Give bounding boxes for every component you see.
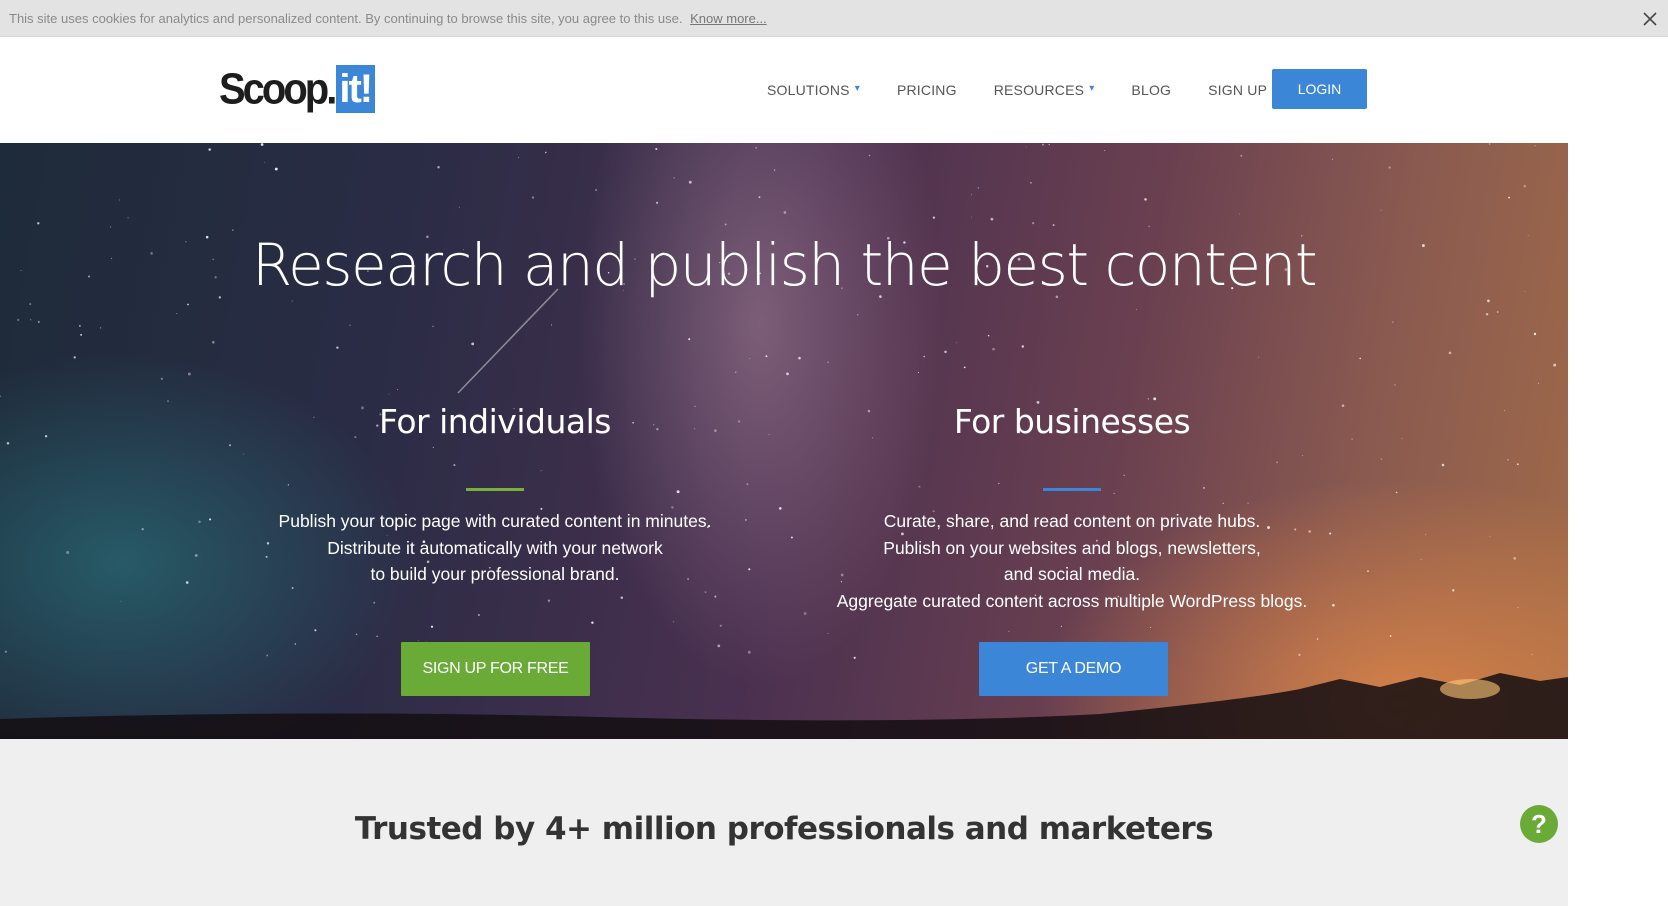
businesses-line: Publish on your websites and blogs, news… — [883, 537, 1261, 558]
page-right-margin — [1568, 143, 1668, 906]
individuals-column: For individuals Publish your topic page … — [235, 401, 755, 588]
hero-section: Research and publish the best content Fo… — [0, 143, 1568, 739]
logo-text-scoop: Scoop. — [219, 65, 337, 113]
hero-title: Research and publish the best content — [251, 231, 1318, 299]
help-button[interactable]: ? — [1520, 805, 1558, 843]
close-icon — [1643, 11, 1657, 26]
trusted-section: Trusted by 4+ million professionals and … — [0, 739, 1568, 906]
caret-down-icon: ▾ — [1089, 82, 1095, 94]
nav-blog-label: BLOG — [1131, 82, 1172, 98]
main-nav: SOLUTIONS ▾ PRICING RESOURCES ▾ BLOG SIG… — [767, 37, 1304, 143]
individuals-line: Publish your topic page with curated con… — [278, 511, 712, 531]
businesses-line: Aggregate curated content across multipl… — [836, 590, 1308, 611]
nav-sign-up-label: SIGN UP — [1208, 82, 1268, 98]
sign-up-for-free-button[interactable]: SIGN UP FOR FREE — [401, 642, 590, 696]
nav-pricing[interactable]: PRICING — [897, 82, 957, 98]
nav-pricing-label: PRICING — [896, 82, 957, 98]
nav-blog[interactable]: BLOG — [1131, 82, 1171, 98]
nav-solutions[interactable]: SOLUTIONS ▾ — [767, 82, 860, 98]
businesses-column: For businesses Curate, share, and read c… — [812, 401, 1332, 614]
blue-divider — [1043, 488, 1101, 491]
green-divider — [466, 488, 524, 491]
individuals-heading: For individuals — [379, 402, 611, 441]
nav-solutions-label: SOLUTIONS — [767, 82, 850, 98]
login-button[interactable]: LOGIN — [1272, 69, 1367, 109]
cookie-message-text: This site uses cookies for analytics and… — [9, 11, 683, 26]
caret-down-icon: ▾ — [854, 82, 860, 94]
nav-sign-up[interactable]: SIGN UP — [1208, 82, 1267, 98]
businesses-heading: For businesses — [953, 402, 1191, 441]
businesses-line: Curate, share, and read content on priva… — [883, 511, 1261, 531]
individuals-description: Publish your topic page with curated con… — [235, 508, 755, 588]
site-header: Scoop. it! SOLUTIONS ▾ PRICING RESOURCES… — [0, 37, 1668, 143]
know-more-link[interactable]: Know more... — [690, 11, 767, 26]
scoopit-logo[interactable]: Scoop. it! — [219, 65, 376, 113]
help-icon: ? — [1531, 808, 1547, 839]
cookie-close-button[interactable] — [1632, 0, 1668, 37]
logo-text-it: it! — [336, 65, 376, 113]
businesses-line: and social media. — [1003, 564, 1141, 584]
businesses-description: Curate, share, and read content on priva… — [812, 508, 1332, 614]
nav-resources-label: RESOURCES — [993, 82, 1085, 98]
trusted-heading: Trusted by 4+ million professionals and … — [354, 811, 1214, 847]
individuals-line: Distribute it automatically with your ne… — [327, 537, 663, 558]
nav-resources[interactable]: RESOURCES ▾ — [994, 82, 1095, 98]
individuals-line: to build your professional brand. — [370, 564, 620, 584]
cookie-banner: This site uses cookies for analytics and… — [0, 0, 1668, 37]
shoreline-silhouette — [0, 673, 1568, 739]
get-a-demo-button[interactable]: GET A DEMO — [979, 642, 1168, 696]
cookie-message: This site uses cookies for analytics and… — [9, 11, 767, 26]
